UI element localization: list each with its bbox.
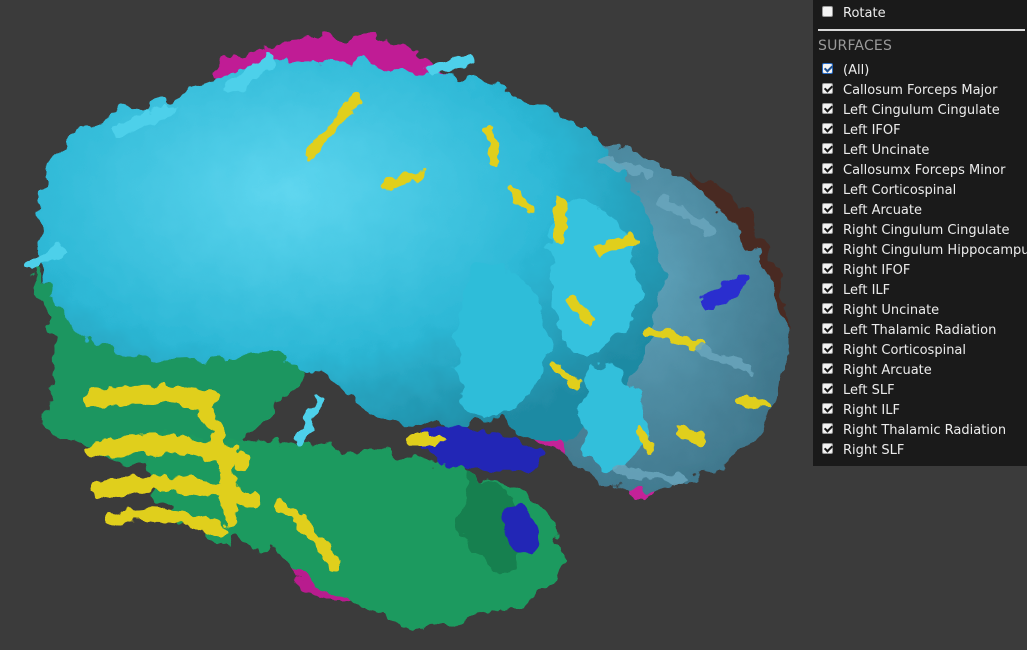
surface-label: Left Cingulum Cingulate xyxy=(843,102,1000,118)
surface-item[interactable]: Right Cingulum Hippocampus xyxy=(818,240,1027,260)
surface-label: Left Corticospinal xyxy=(843,182,957,198)
brain-tract-render xyxy=(25,35,790,630)
surface-label: Right Arcuate xyxy=(843,362,932,378)
surface-label: Right Cingulum Cingulate xyxy=(843,222,1010,238)
surface-item[interactable]: Left Arcuate xyxy=(818,200,1027,220)
surface-checkbox[interactable] xyxy=(822,142,833,154)
surface-label: Right Thalamic Radiation xyxy=(843,422,1007,438)
surface-label: Right SLF xyxy=(843,442,905,458)
surfaces-header: SURFACES xyxy=(818,38,893,54)
surface-checkbox[interactable] xyxy=(822,222,833,234)
surface-item[interactable]: Right Cingulum Cingulate xyxy=(818,220,1027,240)
surface-item[interactable]: Right Uncinate xyxy=(818,300,1027,320)
rotate-label: Rotate xyxy=(843,5,886,21)
surface-item[interactable]: Left Thalamic Radiation xyxy=(818,320,1027,340)
surface-checkbox[interactable] xyxy=(822,362,833,374)
surface-item[interactable]: Callosumx Forceps Minor xyxy=(818,160,1027,180)
controls-panel: Rotate SURFACES (All) Callosum Forceps Ma… xyxy=(813,0,1027,466)
surface-item[interactable]: Right Thalamic Radiation xyxy=(818,420,1027,440)
surface-list: (All) Callosum Forceps Major Left Cingulum… xyxy=(818,60,1027,460)
surface-item[interactable]: Right Arcuate xyxy=(818,360,1027,380)
surface-label: Right Cingulum Hippocampus xyxy=(843,242,1027,258)
surface-label: Right Corticospinal xyxy=(843,342,967,358)
surface-item[interactable]: Left ILF xyxy=(818,280,1027,300)
surface-label: Left Thalamic Radiation xyxy=(843,322,997,338)
surface-checkbox[interactable] xyxy=(822,122,833,134)
surface-item-all[interactable]: (All) xyxy=(818,60,1027,80)
surface-checkbox[interactable] xyxy=(822,302,833,314)
surface-label: (All) xyxy=(843,62,870,78)
surface-label: Left ILF xyxy=(843,282,891,298)
surface-item[interactable]: Right IFOF xyxy=(818,260,1027,280)
surface-label: Left SLF xyxy=(843,382,895,398)
surface-label: Right IFOF xyxy=(843,262,911,278)
surface-checkbox[interactable] xyxy=(822,202,833,214)
surface-label: Right ILF xyxy=(843,402,900,418)
surface-checkbox[interactable] xyxy=(822,282,833,294)
surface-checkbox[interactable] xyxy=(822,322,833,334)
surface-item[interactable]: Right SLF xyxy=(818,440,1027,460)
surface-checkbox[interactable] xyxy=(822,182,833,194)
surface-item[interactable]: Callosum Forceps Major xyxy=(818,80,1027,100)
surface-checkbox[interactable] xyxy=(822,442,833,454)
surface-item[interactable]: Left SLF xyxy=(818,380,1027,400)
surface-item[interactable]: Left IFOF xyxy=(818,120,1027,140)
surface-checkbox[interactable] xyxy=(822,242,833,254)
surface-label: Left Arcuate xyxy=(843,202,922,218)
surface-item[interactable]: Left Cingulum Cingulate xyxy=(818,100,1027,120)
panel-divider xyxy=(818,29,1025,31)
surface-checkbox[interactable] xyxy=(822,342,833,354)
surface-label: Callosumx Forceps Minor xyxy=(843,162,1006,178)
surface-item[interactable]: Right Corticospinal xyxy=(818,340,1027,360)
surface-item[interactable]: Left Corticospinal xyxy=(818,180,1027,200)
surface-label: Right Uncinate xyxy=(843,302,940,318)
rotate-checkbox[interactable] xyxy=(822,5,833,17)
surface-label: Left Uncinate xyxy=(843,142,930,158)
surface-label: Left IFOF xyxy=(843,122,901,138)
surface-label: Callosum Forceps Major xyxy=(843,82,998,98)
surface-checkbox[interactable] xyxy=(822,382,833,394)
surface-checkbox[interactable] xyxy=(822,262,833,274)
surface-item[interactable]: Right ILF xyxy=(818,400,1027,420)
surface-checkbox[interactable] xyxy=(822,422,833,434)
surface-checkbox[interactable] xyxy=(822,82,833,94)
surface-checkbox[interactable] xyxy=(822,162,833,174)
surface-checkbox[interactable] xyxy=(822,402,833,414)
surface-item[interactable]: Left Uncinate xyxy=(818,140,1027,160)
surface-checkbox[interactable] xyxy=(822,62,833,74)
rotate-toggle[interactable]: Rotate xyxy=(818,3,1027,23)
surface-checkbox[interactable] xyxy=(822,102,833,114)
